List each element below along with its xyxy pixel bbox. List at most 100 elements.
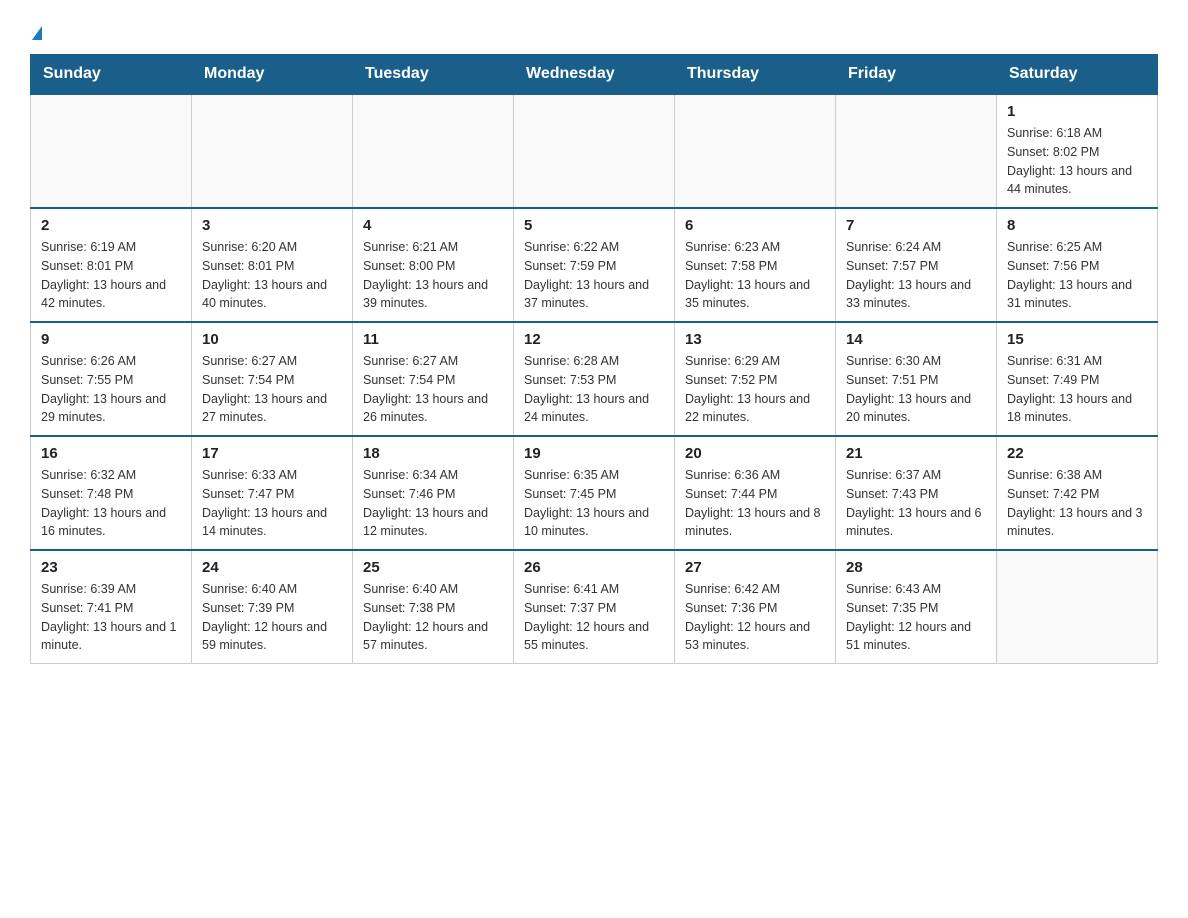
calendar-header-monday: Monday: [192, 55, 353, 95]
day-info: Sunrise: 6:34 AM Sunset: 7:46 PM Dayligh…: [363, 466, 503, 541]
calendar-cell: 12 Sunrise: 6:28 AM Sunset: 7:53 PM Dayli…: [514, 322, 675, 436]
day-info: Sunrise: 6:41 AM Sunset: 7:37 PM Dayligh…: [524, 580, 664, 655]
logo: [30, 20, 42, 44]
day-number: 28: [846, 559, 986, 576]
day-number: 14: [846, 331, 986, 348]
calendar-cell: 14 Sunrise: 6:30 AM Sunset: 7:51 PM Dayli…: [836, 322, 997, 436]
day-number: 10: [202, 331, 342, 348]
day-info: Sunrise: 6:40 AM Sunset: 7:39 PM Dayligh…: [202, 580, 342, 655]
day-number: 21: [846, 445, 986, 462]
week-row-4: 16Sunrise: 6:32 AM Sunset: 7:48 PM Dayli…: [31, 436, 1158, 550]
calendar-cell: 18 Sunrise: 6:34 AM Sunset: 7:46 PM Dayli…: [353, 436, 514, 550]
day-number: 16: [41, 445, 181, 462]
day-info: Sunrise: 6:26 AM Sunset: 7:55 PM Dayligh…: [41, 352, 181, 427]
calendar-cell: 28Sunrise: 6:43 AM Sunset: 7:35 PM Dayli…: [836, 550, 997, 664]
day-info: Sunrise: 6:39 AM Sunset: 7:41 PM Dayligh…: [41, 580, 181, 655]
calendar-cell: 3 Sunrise: 6:20 AM Sunset: 8:01 PM Daylig…: [192, 208, 353, 322]
calendar-cell: 10 Sunrise: 6:27 AM Sunset: 7:54 PM Dayli…: [192, 322, 353, 436]
day-info: Sunrise: 6:23 AM Sunset: 7:58 PM Dayligh…: [685, 238, 825, 313]
calendar-header-saturday: Saturday: [997, 55, 1158, 95]
day-info: Sunrise: 6:19 AM Sunset: 8:01 PM Dayligh…: [41, 238, 181, 313]
calendar-cell: 7 Sunrise: 6:24 AM Sunset: 7:57 PM Daylig…: [836, 208, 997, 322]
day-info: Sunrise: 6:27 AM Sunset: 7:54 PM Dayligh…: [202, 352, 342, 427]
logo-triangle-icon: [32, 26, 42, 40]
day-number: 24: [202, 559, 342, 576]
day-number: 2: [41, 217, 181, 234]
calendar-cell: 4Sunrise: 6:21 AM Sunset: 8:00 PM Daylig…: [353, 208, 514, 322]
day-info: Sunrise: 6:31 AM Sunset: 7:49 PM Dayligh…: [1007, 352, 1147, 427]
day-info: Sunrise: 6:22 AM Sunset: 7:59 PM Dayligh…: [524, 238, 664, 313]
day-number: 11: [363, 331, 503, 348]
week-row-3: 9 Sunrise: 6:26 AM Sunset: 7:55 PM Daylig…: [31, 322, 1158, 436]
day-number: 18: [363, 445, 503, 462]
calendar-header-sunday: Sunday: [31, 55, 192, 95]
day-info: Sunrise: 6:30 AM Sunset: 7:51 PM Dayligh…: [846, 352, 986, 427]
day-info: Sunrise: 6:33 AM Sunset: 7:47 PM Dayligh…: [202, 466, 342, 541]
calendar-cell: 15 Sunrise: 6:31 AM Sunset: 7:49 PM Dayli…: [997, 322, 1158, 436]
day-number: 27: [685, 559, 825, 576]
day-number: 17: [202, 445, 342, 462]
day-number: 3: [202, 217, 342, 234]
day-number: 12: [524, 331, 664, 348]
calendar-cell: 17 Sunrise: 6:33 AM Sunset: 7:47 PM Dayli…: [192, 436, 353, 550]
day-number: 19: [524, 445, 664, 462]
day-info: Sunrise: 6:28 AM Sunset: 7:53 PM Dayligh…: [524, 352, 664, 427]
calendar-cell: 2 Sunrise: 6:19 AM Sunset: 8:01 PM Daylig…: [31, 208, 192, 322]
calendar-cell: [514, 94, 675, 208]
day-number: 9: [41, 331, 181, 348]
calendar-cell: 24 Sunrise: 6:40 AM Sunset: 7:39 PM Dayli…: [192, 550, 353, 664]
calendar-cell: 25 Sunrise: 6:40 AM Sunset: 7:38 PM Dayli…: [353, 550, 514, 664]
calendar-cell: 11Sunrise: 6:27 AM Sunset: 7:54 PM Dayli…: [353, 322, 514, 436]
day-number: 23: [41, 559, 181, 576]
calendar-cell: 22Sunrise: 6:38 AM Sunset: 7:42 PM Dayli…: [997, 436, 1158, 550]
calendar-table: SundayMondayTuesdayWednesdayThursdayFrid…: [30, 54, 1158, 664]
week-row-1: 1 Sunrise: 6:18 AM Sunset: 8:02 PM Daylig…: [31, 94, 1158, 208]
calendar-header-thursday: Thursday: [675, 55, 836, 95]
day-number: 1: [1007, 103, 1147, 120]
day-number: 20: [685, 445, 825, 462]
calendar-cell: [997, 550, 1158, 664]
calendar-cell: 19 Sunrise: 6:35 AM Sunset: 7:45 PM Dayli…: [514, 436, 675, 550]
day-info: Sunrise: 6:35 AM Sunset: 7:45 PM Dayligh…: [524, 466, 664, 541]
day-number: 15: [1007, 331, 1147, 348]
calendar-header-friday: Friday: [836, 55, 997, 95]
week-row-5: 23 Sunrise: 6:39 AM Sunset: 7:41 PM Dayli…: [31, 550, 1158, 664]
day-number: 5: [524, 217, 664, 234]
calendar-header-tuesday: Tuesday: [353, 55, 514, 95]
day-number: 4: [363, 217, 503, 234]
calendar-cell: 6 Sunrise: 6:23 AM Sunset: 7:58 PM Daylig…: [675, 208, 836, 322]
day-info: Sunrise: 6:20 AM Sunset: 8:01 PM Dayligh…: [202, 238, 342, 313]
day-info: Sunrise: 6:24 AM Sunset: 7:57 PM Dayligh…: [846, 238, 986, 313]
day-info: Sunrise: 6:25 AM Sunset: 7:56 PM Dayligh…: [1007, 238, 1147, 313]
week-row-2: 2 Sunrise: 6:19 AM Sunset: 8:01 PM Daylig…: [31, 208, 1158, 322]
calendar-cell: 20 Sunrise: 6:36 AM Sunset: 7:44 PM Dayli…: [675, 436, 836, 550]
calendar-cell: 21 Sunrise: 6:37 AM Sunset: 7:43 PM Dayli…: [836, 436, 997, 550]
calendar-cell: [836, 94, 997, 208]
calendar-cell: 5 Sunrise: 6:22 AM Sunset: 7:59 PM Daylig…: [514, 208, 675, 322]
calendar-cell: 1 Sunrise: 6:18 AM Sunset: 8:02 PM Daylig…: [997, 94, 1158, 208]
day-info: Sunrise: 6:42 AM Sunset: 7:36 PM Dayligh…: [685, 580, 825, 655]
calendar-cell: [31, 94, 192, 208]
calendar-header-row: SundayMondayTuesdayWednesdayThursdayFrid…: [31, 55, 1158, 95]
calendar-cell: 16Sunrise: 6:32 AM Sunset: 7:48 PM Dayli…: [31, 436, 192, 550]
day-number: 6: [685, 217, 825, 234]
day-number: 26: [524, 559, 664, 576]
calendar-cell: 8 Sunrise: 6:25 AM Sunset: 7:56 PM Daylig…: [997, 208, 1158, 322]
day-number: 25: [363, 559, 503, 576]
page-header: [30, 20, 1158, 44]
day-number: 8: [1007, 217, 1147, 234]
calendar-cell: 26 Sunrise: 6:41 AM Sunset: 7:37 PM Dayli…: [514, 550, 675, 664]
day-info: Sunrise: 6:29 AM Sunset: 7:52 PM Dayligh…: [685, 352, 825, 427]
calendar-cell: 13 Sunrise: 6:29 AM Sunset: 7:52 PM Dayli…: [675, 322, 836, 436]
day-info: Sunrise: 6:40 AM Sunset: 7:38 PM Dayligh…: [363, 580, 503, 655]
day-number: 13: [685, 331, 825, 348]
calendar-cell: [675, 94, 836, 208]
calendar-cell: [192, 94, 353, 208]
day-number: 7: [846, 217, 986, 234]
day-info: Sunrise: 6:37 AM Sunset: 7:43 PM Dayligh…: [846, 466, 986, 541]
day-info: Sunrise: 6:18 AM Sunset: 8:02 PM Dayligh…: [1007, 124, 1147, 199]
day-number: 22: [1007, 445, 1147, 462]
calendar-cell: 9 Sunrise: 6:26 AM Sunset: 7:55 PM Daylig…: [31, 322, 192, 436]
calendar-cell: [353, 94, 514, 208]
day-info: Sunrise: 6:36 AM Sunset: 7:44 PM Dayligh…: [685, 466, 825, 541]
